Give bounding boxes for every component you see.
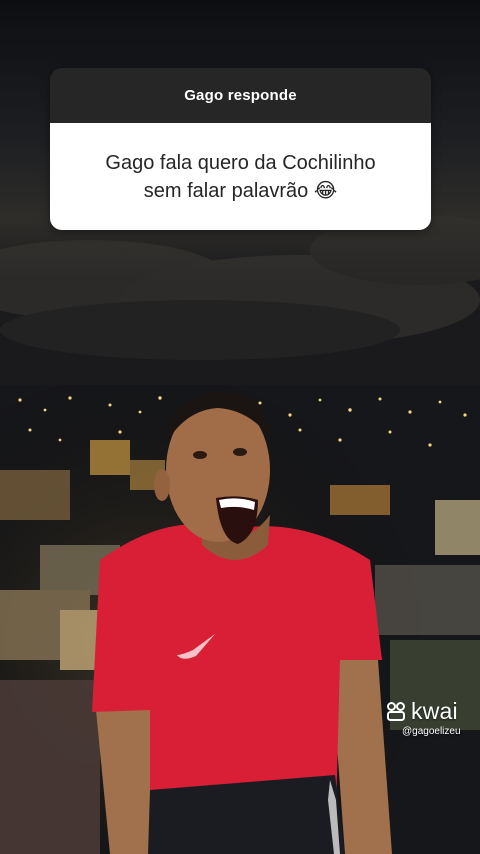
question-header: Gago responde [50, 68, 431, 123]
question-sticker: Gago responde Gago fala quero da Cochili… [50, 68, 431, 230]
kwai-brand: kwai [386, 698, 476, 724]
kwai-logo-icon [387, 702, 405, 721]
kwai-watermark: kwai @gagoelizeu [386, 698, 476, 737]
laughing-emoji-icon: 😂 [313, 179, 338, 202]
question-body: Gago fala quero da Cochilinho sem falar … [50, 123, 431, 230]
kwai-brand-name: kwai [411, 697, 458, 724]
question-text-wrap: Gago fala quero da Cochilinho sem falar … [91, 149, 391, 205]
question-header-label: Gago responde [184, 87, 297, 104]
creator-handle: @gagoelizeu [402, 726, 461, 737]
